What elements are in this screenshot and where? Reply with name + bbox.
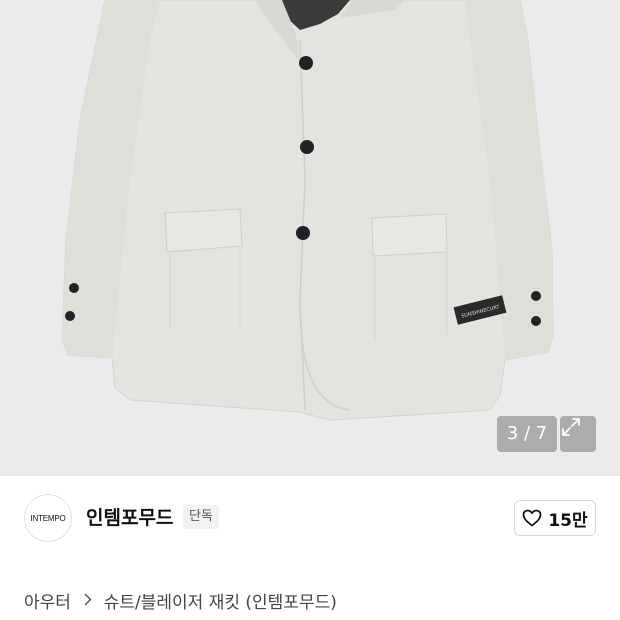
exclusive-badge: 단독 bbox=[183, 505, 219, 529]
brand-name[interactable]: 인템포무드 bbox=[86, 503, 173, 530]
brand-row: INTEMPO 인템포무드 단독 15만 bbox=[0, 476, 620, 560]
like-button[interactable]: 15만 bbox=[514, 500, 596, 536]
jacket-photo: SUNSHINECURT bbox=[61, 0, 554, 421]
image-counter: 3 / 7 bbox=[497, 416, 557, 452]
product-image[interactable]: SUNSHINECURT 3 / 7 bbox=[0, 0, 620, 476]
like-count: 15만 bbox=[548, 510, 588, 531]
chevron-right-icon bbox=[84, 591, 92, 611]
breadcrumb-item-outer[interactable]: 아우터 bbox=[24, 593, 71, 613]
breadcrumb-item-category[interactable]: 슈트/블레이저 재킷 (인템포무드) bbox=[104, 593, 337, 613]
expand-button[interactable] bbox=[560, 416, 596, 452]
category-breadcrumb: 아우터 슈트/블레이저 재킷 (인템포무드) bbox=[24, 588, 337, 613]
expand-icon bbox=[562, 418, 580, 436]
heart-outline-icon bbox=[522, 509, 542, 527]
brand-logo-text: INTEMPO bbox=[30, 513, 66, 523]
brand-logo[interactable]: INTEMPO bbox=[24, 494, 72, 542]
